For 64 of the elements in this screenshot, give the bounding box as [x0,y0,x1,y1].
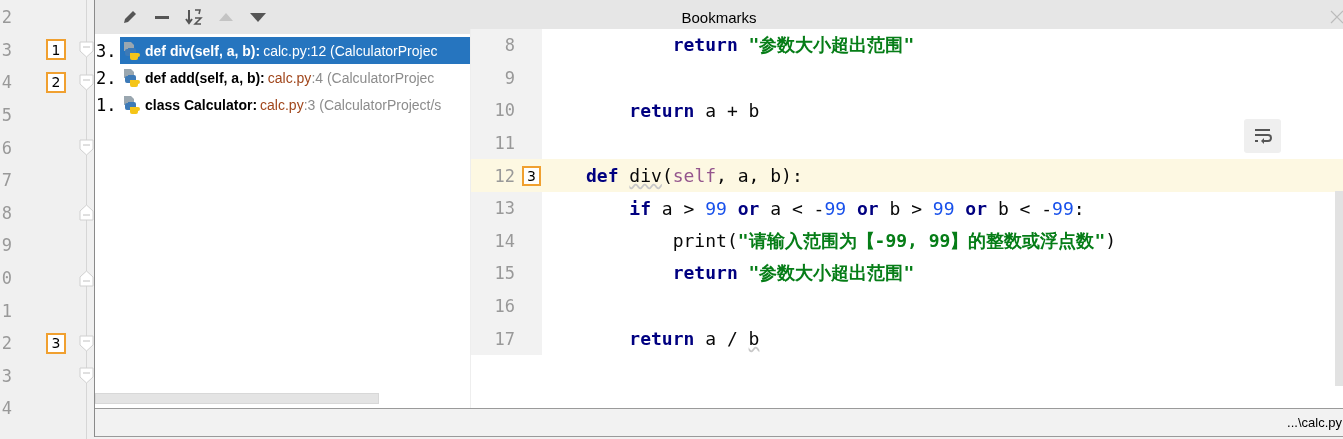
close-button[interactable] [1329,9,1343,25]
line-number: 5 [0,105,12,126]
bookmark-item[interactable]: class Calculator: calc.py:3 (CalculatorProject/s [120,91,470,118]
line-number: 0 [0,268,12,289]
vertical-scrollbar[interactable] [1335,191,1343,386]
pencil-icon [122,9,138,25]
bookmark-item[interactable]: def add(self, a, b): calc.py:4 (CalculatorProjec [120,64,470,91]
triangle-down-icon [250,12,266,22]
file-path: ...\calc.py [1287,415,1343,430]
line-number: 15 [493,263,515,284]
fold-marker-icon[interactable] [79,204,94,222]
bookmark-badge: 3 [522,165,541,186]
line-number: 8 [503,35,515,56]
line-number: 13 [493,198,515,219]
soft-wrap-button[interactable] [1244,119,1281,153]
line-number: 2 [0,7,12,28]
line-number: 4 [0,398,12,419]
code-line: if a > 99 or a < -99 or b > 99 or b < -99: [628,197,1085,219]
code-line: print("请输入范围为【-99, 99】的整数或浮点数") [671,228,1117,253]
python-file-icon [123,68,140,87]
line-number: 3 [0,39,12,60]
line-number: 1 [0,300,12,321]
fold-marker-icon[interactable] [79,74,94,91]
line-number: 17 [493,328,515,349]
bookmark-number: 1. [95,94,118,115]
line-number: 2 [0,333,12,354]
close-icon [1329,9,1343,25]
fold-marker-icon[interactable] [79,334,94,352]
sort-alpha-icon [185,8,203,26]
line-number: 16 [493,296,515,317]
toolbar-button[interactable] [183,6,205,28]
line-number: 9 [503,67,515,88]
line-number: 14 [493,230,515,251]
popup-title: Bookmarks [681,8,757,26]
bookmark-badge[interactable]: 2 [46,72,66,93]
bookmark-number: 2. [95,67,118,88]
line-number: 4 [0,72,12,93]
bookmark-item[interactable]: def div(self, a, b): calc.py:12 (CalculatorProjec [120,37,470,64]
triangle-up-icon [219,13,233,21]
soft-wrap-icon [1253,128,1272,144]
bookmark-badge[interactable]: 1 [46,39,66,61]
fold-marker-icon[interactable] [79,139,94,157]
code-line: return "参数大小超出范围" [671,261,915,286]
python-file-icon [123,95,140,114]
line-number: 7 [0,170,12,191]
python-file-icon [123,41,140,60]
horizontal-scrollbar[interactable] [95,393,379,404]
line-number: 10 [493,100,515,121]
fold-marker-icon[interactable] [79,41,94,59]
line-number: 9 [0,235,12,256]
code-line: return "参数大小超出范围" [671,33,915,58]
code-line: def div(self, a, b): [585,165,803,187]
code-line: return a + b [628,100,760,121]
bookmark-number: 3. [95,40,118,61]
fold-marker-icon[interactable] [79,367,94,385]
line-number: 8 [0,202,12,223]
line-number: 3 [0,365,12,386]
line-number: 12 [493,165,515,186]
fold-marker-icon[interactable] [79,269,94,287]
line-number: 6 [0,137,12,158]
code-line: return a / b [628,328,760,350]
line-number: 11 [493,133,515,154]
bookmark-badge[interactable]: 3 [46,332,66,354]
minus-icon [155,15,169,19]
